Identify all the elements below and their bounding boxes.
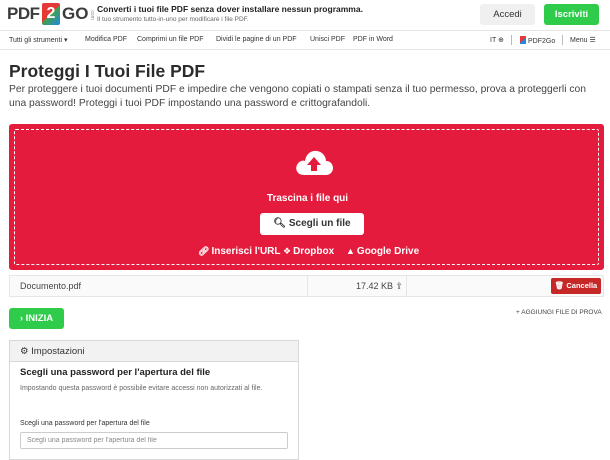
link-icon: 🔗︎ (198, 246, 210, 256)
add-sample-label: AGGIUNGI FILE DI PROVA (521, 309, 602, 316)
promo-title: Converti i tuoi file PDF senza dover ins… (97, 4, 363, 14)
search-icon: 🔍︎ (273, 218, 287, 229)
chevron-right-icon: › (19, 313, 24, 324)
drop-files-text: Trascina i file qui (266, 193, 349, 204)
dropzone-dashed-border: Trascina i file qui 🔍︎ Scegli un file 🔗︎… (14, 129, 599, 265)
start-button[interactable]: › INIZIA (9, 308, 64, 329)
nav-divider (511, 35, 512, 45)
nav-compress-pdf[interactable]: Comprimi un file PDF (137, 36, 204, 43)
page-title: Proteggi I Tuoi File PDF (9, 61, 206, 81)
password-field[interactable] (20, 432, 288, 449)
gears-icon: ⚙ (20, 346, 29, 357)
enter-url-label: Inserisci l'URL (211, 246, 281, 257)
google-drive-link[interactable]: ▲ Google Drive (346, 246, 419, 257)
logo-go-text: GO (62, 4, 89, 23)
start-label: INIZIA (25, 313, 54, 324)
nav-divider (562, 35, 563, 45)
signup-button[interactable]: Iscriviti (544, 4, 599, 25)
login-button[interactable]: Accedi (480, 4, 535, 25)
settings-header: ⚙ Impostazioni (10, 341, 298, 362)
file-row-divider (406, 276, 407, 296)
logo-com-text: .com (89, 9, 95, 20)
nav-pdf-to-word[interactable]: PDF in Word (353, 36, 393, 43)
nav-brand-link[interactable]: PDF2Go (520, 36, 555, 45)
file-row-divider (307, 276, 308, 296)
cancel-label: Cancella (566, 281, 598, 290)
hamburger-icon: ☰ (589, 37, 596, 44)
promo-subtitle: Il tuo strumento tutto-in-uno per modifi… (97, 16, 249, 23)
add-sample-file-link[interactable]: + AGGIUNGI FILE DI PROVA (516, 309, 602, 316)
upload-dropzone[interactable]: Trascina i file qui 🔍︎ Scegli un file 🔗︎… (9, 124, 604, 270)
nav-edit-pdf[interactable]: Modifica PDF (85, 36, 127, 43)
choose-file-label: Scegli un file (288, 218, 351, 229)
logo-two-badge: 2 (42, 3, 60, 25)
settings-panel: ⚙ Impostazioni Scegli una password per l… (9, 340, 299, 460)
upload-done-icon: ⇪ (395, 281, 404, 291)
menu-button[interactable]: Menu ☰ (570, 36, 596, 44)
tools-navbar: Tutti gli strumenti ▾ Modifica PDF Compr… (0, 32, 610, 50)
top-banner: PDF 2 GO .com Converti i tuoi file PDF s… (0, 0, 610, 31)
pdf2go-mini-icon (520, 36, 526, 44)
nav-brand-label: PDF2Go (528, 38, 556, 45)
pdf2go-logo[interactable]: PDF 2 GO .com (7, 3, 95, 27)
nav-merge-pdf[interactable]: Unisci PDF (310, 36, 345, 43)
menu-label: Menu (570, 37, 588, 44)
language-code: IT (490, 37, 497, 44)
cloud-upload-icon (296, 150, 333, 175)
settings-help-text: Impostando questa password è possibile e… (20, 385, 263, 392)
choose-file-button[interactable]: 🔍︎ Scegli un file (260, 213, 364, 235)
file-size: 17.42 KB ⇪ (356, 281, 403, 292)
settings-header-label: Impostazioni (31, 346, 85, 357)
trash-icon: 🗑︎ (554, 281, 565, 290)
enter-url-link[interactable]: 🔗︎ Inserisci l'URL (198, 246, 281, 257)
google-drive-icon: ▲ (346, 246, 355, 256)
file-size-value: 17.42 KB (356, 281, 394, 291)
page-description: Per proteggere i tuoi documenti PDF e im… (9, 84, 586, 109)
google-drive-label: Google Drive (356, 246, 420, 257)
dropbox-link[interactable]: ❖ Dropbox (283, 246, 334, 257)
language-selector[interactable]: IT ⊕ (490, 36, 504, 44)
plus-icon: + (516, 309, 520, 316)
file-name: Documento.pdf (20, 281, 82, 291)
nav-all-tools[interactable]: Tutti gli strumenti ▾ (9, 36, 68, 44)
dropbox-label: Dropbox (293, 246, 335, 257)
nav-split-pdf[interactable]: Dividi le pagine di un PDF (216, 36, 297, 43)
settings-section-title: Scegli una password per l'apertura del f… (20, 367, 211, 378)
password-field-label: Scegli una password per l'apertura del f… (20, 420, 150, 427)
uploaded-file-row: Documento.pdf 17.42 KB ⇪ 🗑︎ Cancella (9, 275, 604, 297)
cancel-file-button[interactable]: 🗑︎ Cancella (551, 278, 601, 294)
logo-pdf-text: PDF (7, 4, 40, 23)
dropbox-icon: ❖ (283, 246, 292, 256)
globe-icon: ⊕ (498, 37, 504, 44)
